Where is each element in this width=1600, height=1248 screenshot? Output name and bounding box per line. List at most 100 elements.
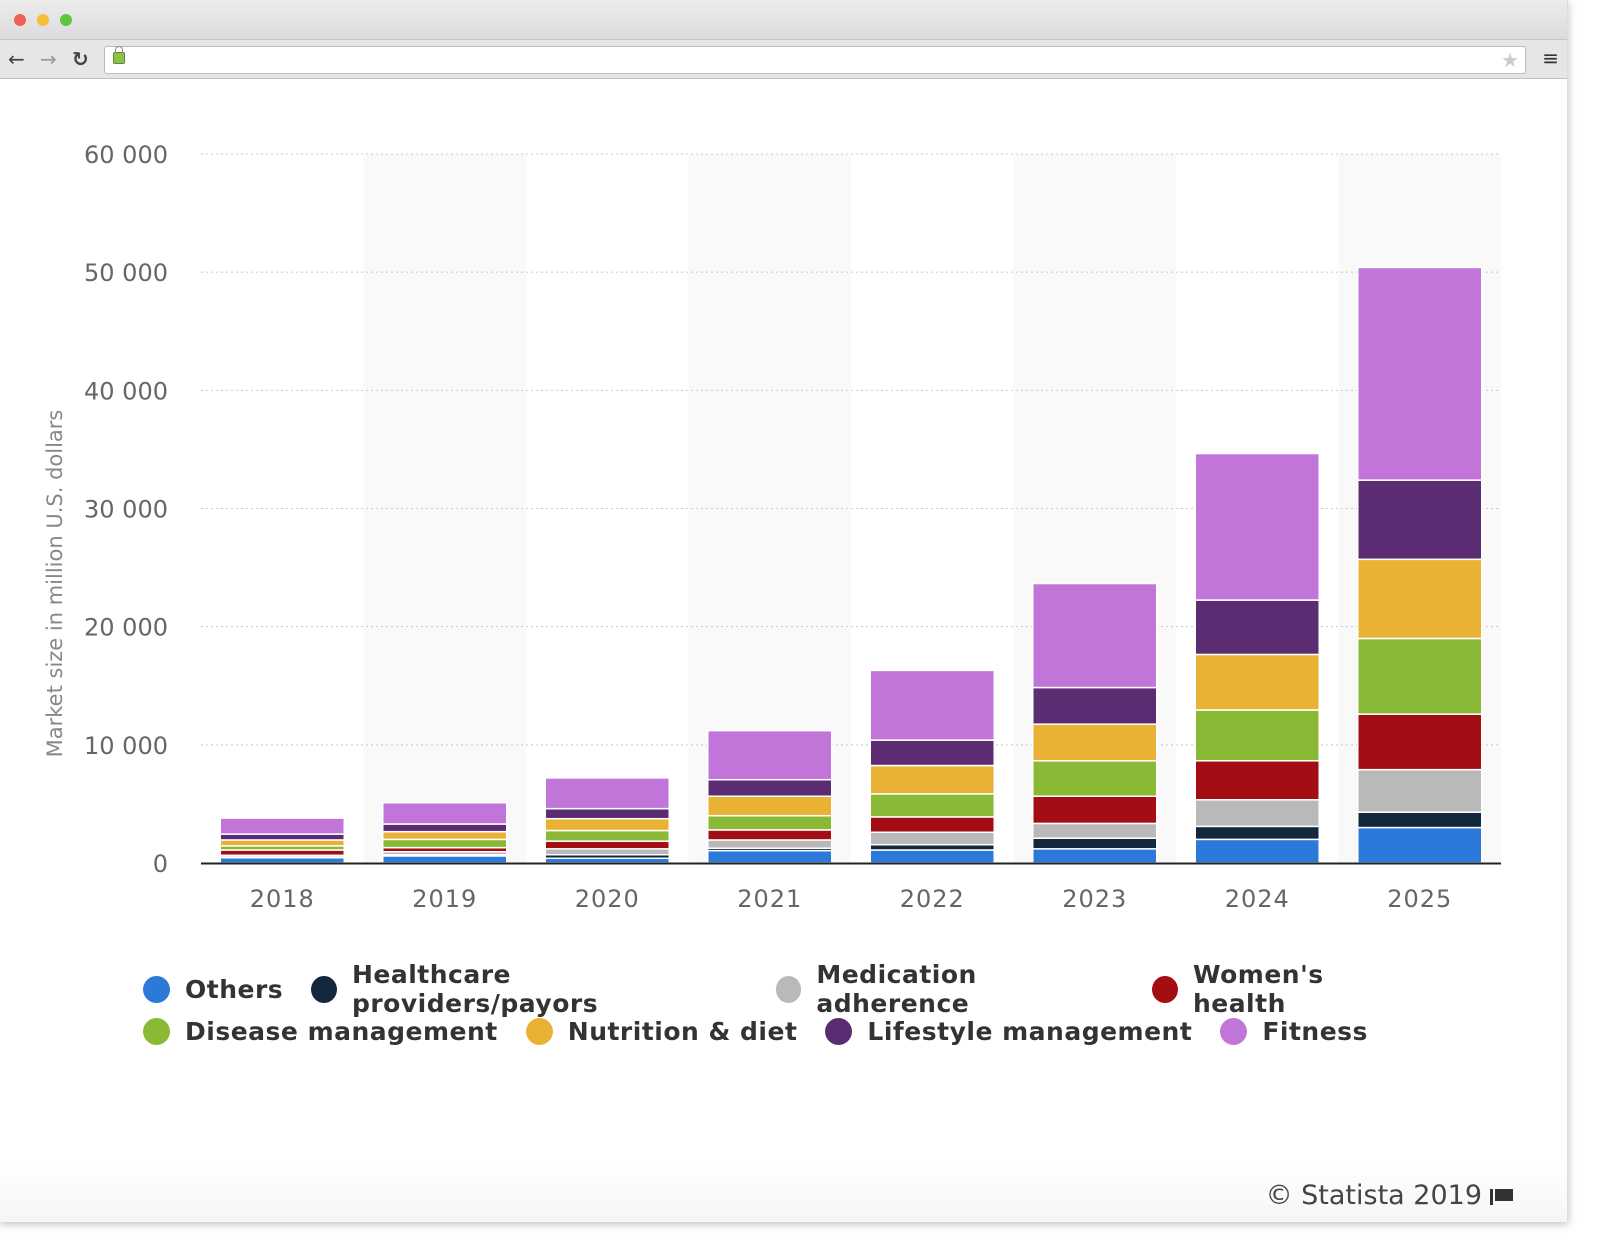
- legend-swatch: [825, 1017, 853, 1045]
- bar-segment: [1357, 713, 1483, 771]
- x-tick-label: 2025: [1387, 885, 1452, 913]
- bar-segment: [1032, 848, 1158, 864]
- bar-segment: [382, 801, 508, 825]
- flag-icon[interactable]: [1490, 1189, 1515, 1205]
- legend-swatch: [525, 1017, 553, 1045]
- y-tick-label: 20 000: [84, 614, 168, 642]
- x-tick-label: 2020: [575, 885, 640, 913]
- credit-text: © Statista 2019: [1265, 1180, 1482, 1211]
- bar-segment: [869, 843, 995, 851]
- bar-segment: [1032, 760, 1158, 797]
- bookmark-star-icon[interactable]: ★: [1501, 48, 1519, 72]
- legend-label: Lifestyle management: [867, 1016, 1193, 1046]
- browser-toolbar: ← → ↻ ★ ≡: [0, 40, 1567, 79]
- bar-segment: [707, 839, 833, 849]
- legend-item[interactable]: Medication adherence: [775, 960, 1125, 1018]
- bar-segment: [544, 817, 670, 832]
- bar-segment: [1194, 799, 1320, 828]
- legend-swatch: [1152, 975, 1178, 1003]
- legend-swatch: [311, 975, 337, 1003]
- legend: Others Healthcare providers/payors Medicat…: [143, 960, 1443, 1052]
- legend-label: Women's health: [1192, 960, 1324, 1018]
- x-tick-label: 2019: [412, 885, 477, 913]
- bar-segment: [1032, 822, 1158, 839]
- legend-row: Disease management Nutrition & diet Lifest…: [143, 1010, 1443, 1052]
- legend-item[interactable]: Lifestyle management: [825, 1017, 1192, 1046]
- bar-segment: [544, 777, 670, 810]
- legend-label: Medication adherence: [816, 960, 977, 1018]
- bar-segment: [869, 831, 995, 846]
- legend-swatch: [1220, 1017, 1248, 1045]
- bar-segment: [1194, 653, 1320, 711]
- y-tick-label: 40 000: [84, 377, 168, 405]
- back-icon[interactable]: ←: [8, 46, 25, 72]
- stacked-bar-chart: 0 10 000 20 000 30 000 40 000 50 000 60 000 20…: [43, 141, 1501, 913]
- maximize-window-button[interactable]: [60, 14, 72, 26]
- bar-stack-2019: [382, 801, 508, 864]
- bar-segment: [219, 839, 345, 847]
- legend-item[interactable]: Healthcare providers/payors: [311, 960, 747, 1018]
- forward-icon[interactable]: →: [40, 46, 57, 72]
- minimize-window-button[interactable]: [37, 14, 49, 26]
- bar-segment: [382, 855, 508, 864]
- bar-stack-2021: [707, 729, 833, 864]
- lock-icon: [113, 46, 125, 64]
- legend-label: Others: [185, 974, 284, 1004]
- close-window-button[interactable]: [14, 14, 26, 26]
- legend-label: Nutrition & diet: [567, 1016, 798, 1046]
- bar-segment: [1357, 811, 1483, 829]
- bar-segment: [382, 838, 508, 849]
- x-tick-label: 2023: [1062, 885, 1127, 913]
- bar-segment: [1194, 452, 1320, 601]
- legend-item[interactable]: Fitness: [1220, 1017, 1368, 1046]
- y-tick-label: 10 000: [84, 732, 168, 760]
- bar-segment: [544, 848, 670, 856]
- bar-segment: [707, 849, 833, 864]
- bar-segment: [1032, 686, 1158, 725]
- bar-segment: [544, 829, 670, 842]
- reload-icon[interactable]: ↻: [72, 46, 89, 72]
- bar-segment: [1194, 760, 1320, 801]
- bar-segment: [707, 814, 833, 831]
- bar-stack-2022: [869, 669, 995, 864]
- bar-segment: [869, 849, 995, 864]
- legend-swatch: [143, 975, 170, 1003]
- bar-segment: [219, 833, 345, 841]
- y-axis-ticks: 0 10 000 20 000 30 000 40 000 50 000 60 000: [84, 141, 168, 878]
- bar-segment: [1357, 768, 1483, 813]
- bar-segment: [1194, 599, 1320, 656]
- bar-segment: [382, 823, 508, 833]
- x-tick-label: 2022: [900, 885, 965, 913]
- bar-segment: [869, 793, 995, 818]
- bar-segment: [869, 764, 995, 795]
- legend-item[interactable]: Disease management: [143, 1017, 498, 1046]
- bar-segment: [1357, 266, 1483, 481]
- bar-segment: [869, 816, 995, 834]
- bar-segment: [1357, 637, 1483, 715]
- x-axis-ticks: 2018 2019 2020 2021 2022 2023 2024 2025: [250, 885, 1452, 913]
- bar-segment: [869, 669, 995, 741]
- y-tick-label: 0: [153, 850, 168, 878]
- legend-item[interactable]: Others: [143, 975, 283, 1004]
- bar-segment: [219, 849, 345, 857]
- bar-segment: [707, 778, 833, 797]
- bar-segment: [1357, 479, 1483, 561]
- bar-stack-2020: [544, 777, 670, 864]
- bar-segment: [1357, 558, 1483, 640]
- bar-segment: [707, 829, 833, 841]
- bar-segment: [1194, 825, 1320, 841]
- bar-segment: [219, 856, 345, 864]
- statista-credit[interactable]: © Statista 2019: [1266, 1180, 1515, 1211]
- menu-icon[interactable]: ≡: [1542, 46, 1559, 70]
- y-tick-label: 60 000: [84, 141, 168, 169]
- legend-row: Others Healthcare providers/payors Medicat…: [143, 960, 1443, 1018]
- legend-item[interactable]: Women's health: [1152, 960, 1415, 1018]
- bar-segment: [1032, 795, 1158, 825]
- x-tick-label: 2018: [250, 885, 315, 913]
- legend-label: Healthcare providers/payors: [351, 960, 599, 1018]
- legend-item[interactable]: Nutrition & diet: [525, 1016, 798, 1046]
- legend-label: Fitness: [1262, 1016, 1368, 1046]
- legend-swatch: [143, 1017, 170, 1045]
- bar-segment: [869, 739, 995, 767]
- address-bar[interactable]: ★: [104, 46, 1526, 74]
